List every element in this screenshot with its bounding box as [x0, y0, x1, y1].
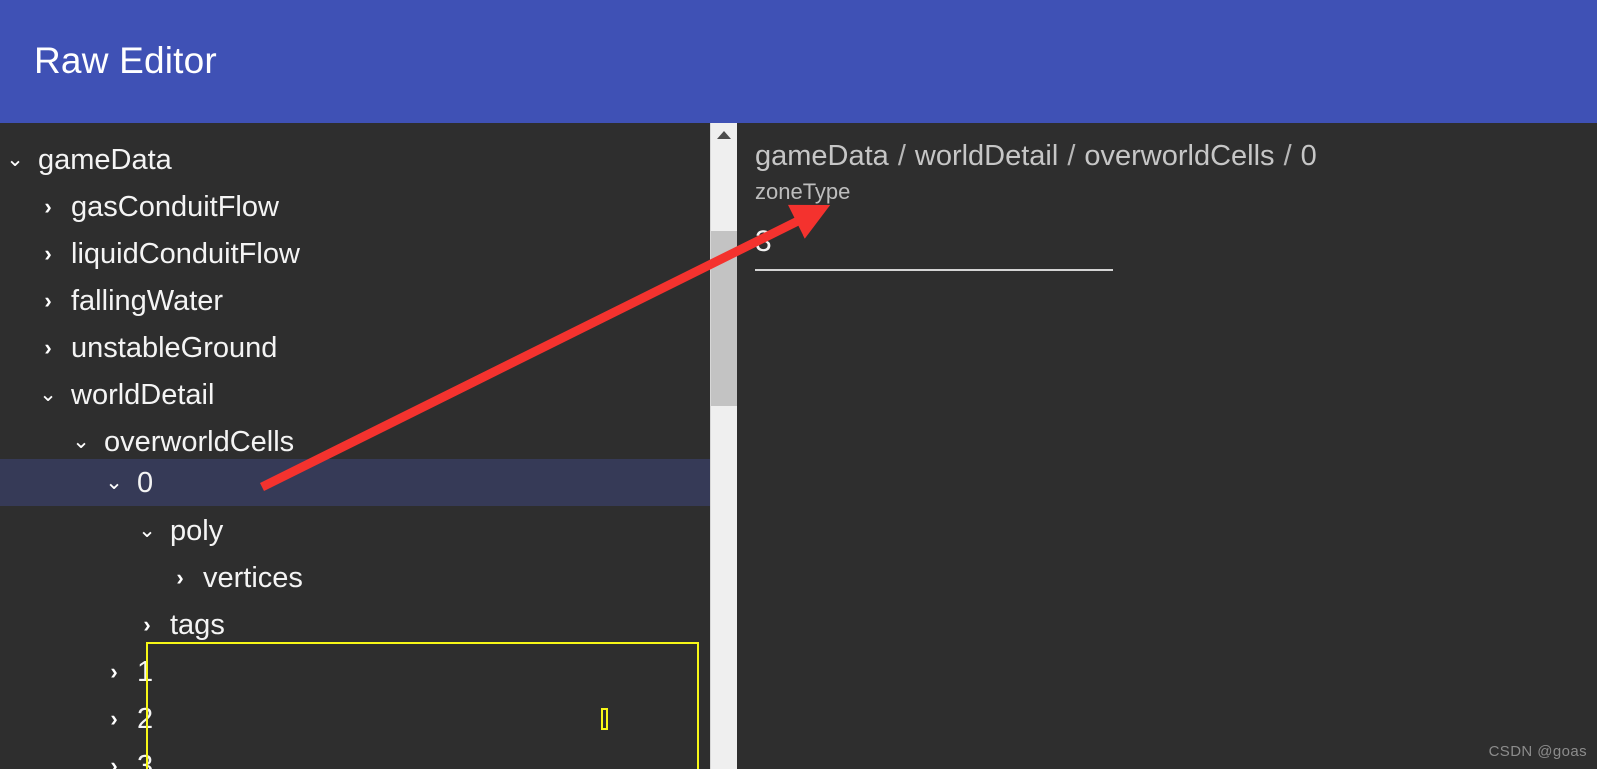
breadcrumb-item-worlddetail[interactable]: worldDetail: [915, 140, 1058, 172]
zonetype-input[interactable]: 3: [755, 223, 1113, 271]
chevron-right-icon[interactable]: ›: [99, 660, 129, 683]
tree-item-label: worldDetail: [71, 378, 215, 411]
breadcrumb-item-gamedata[interactable]: gameData: [755, 140, 889, 172]
tree-item-tags[interactable]: › tags: [0, 601, 710, 648]
chevron-down-icon[interactable]: ⌄: [0, 148, 30, 171]
breadcrumb-separator: /: [1283, 140, 1292, 172]
raw-editor-window: Raw Editor ⌄ gameData › gasConduitFlow › liqu…: [0, 0, 1597, 769]
tree-item-label: gameData: [38, 143, 172, 176]
editor-body: ⌄ gameData › gasConduitFlow › liquidConduitFl…: [0, 123, 1597, 769]
tree-item-label: overworldCells: [104, 425, 295, 458]
breadcrumb-item-0[interactable]: 0: [1301, 140, 1317, 172]
tree-item-overworldcells[interactable]: ⌄ overworldCells: [0, 418, 710, 465]
tree-item-gasconduitflow[interactable]: › gasConduitFlow: [0, 183, 710, 230]
tree-item-fallingwater[interactable]: › fallingWater: [0, 277, 710, 324]
tree-item-vertices[interactable]: › vertices: [0, 554, 710, 601]
chevron-right-icon[interactable]: ›: [99, 754, 129, 769]
page-title: Raw Editor: [34, 40, 217, 81]
chevron-right-icon[interactable]: ›: [33, 195, 63, 218]
chevron-right-icon[interactable]: ›: [33, 336, 63, 359]
breadcrumb-separator: /: [897, 140, 906, 172]
tree-item-label: gasConduitFlow: [71, 190, 279, 223]
tree-item-label: poly: [170, 514, 224, 547]
breadcrumb-separator: /: [1067, 140, 1076, 172]
tree-scrollbar[interactable]: [710, 123, 737, 769]
chevron-down-icon[interactable]: ⌄: [99, 471, 129, 494]
scroll-up-arrow-icon[interactable]: [711, 123, 737, 145]
app-header: Raw Editor: [0, 0, 1597, 123]
chevron-down-icon[interactable]: ⌄: [33, 383, 63, 406]
detail-panel: gameData / worldDetail / overworldCells/0 zo…: [738, 123, 1597, 769]
scrollbar-thumb[interactable]: [711, 231, 737, 406]
tree-item-label: vertices: [203, 561, 303, 594]
zonetype-input-value: 3: [755, 225, 772, 258]
tree-item-liquidconduitflow[interactable]: › liquidConduitFlow: [0, 230, 710, 277]
tree-item-label: tags: [170, 608, 225, 641]
tree-item-1[interactable]: › 1: [0, 648, 710, 695]
tree-item-poly[interactable]: ⌄ poly: [0, 507, 710, 554]
tree-item-label: fallingWater: [71, 284, 224, 317]
chevron-right-icon[interactable]: ›: [33, 289, 63, 312]
field-key-label: zoneType: [755, 179, 851, 204]
tree-item-label: unstableGround: [71, 331, 278, 364]
tree-item-label: 3: [137, 749, 154, 769]
chevron-down-icon[interactable]: ⌄: [66, 430, 96, 453]
tree-item-0[interactable]: ⌄ 0: [0, 459, 710, 506]
chevron-right-icon[interactable]: ›: [33, 242, 63, 265]
tree-item-label: 1: [137, 655, 154, 688]
chevron-right-icon[interactable]: ›: [99, 707, 129, 730]
tree-item-unstableground[interactable]: › unstableGround: [0, 324, 710, 371]
tree-item-label: liquidConduitFlow: [71, 237, 300, 270]
tree-item-worlddetail[interactable]: ⌄ worldDetail: [0, 371, 710, 418]
tree-item-label: 2: [137, 702, 154, 735]
watermark: CSDN @goas: [1488, 743, 1587, 760]
chevron-right-icon[interactable]: ›: [132, 613, 162, 636]
chevron-right-icon[interactable]: ›: [165, 566, 195, 589]
tree-item-3[interactable]: › 3: [0, 742, 710, 769]
breadcrumb[interactable]: gameData / worldDetail / overworldCells/0: [755, 138, 1317, 174]
json-tree-panel[interactable]: ⌄ gameData › gasConduitFlow › liquidConduitFl…: [0, 123, 710, 769]
breadcrumb-item-overworldcells[interactable]: overworldCells: [1084, 140, 1274, 172]
tree-item-gamedata[interactable]: ⌄ gameData: [0, 136, 710, 183]
tree-item-label: 0: [137, 466, 154, 499]
chevron-down-icon[interactable]: ⌄: [132, 519, 162, 542]
annotation-caret-marker: [601, 708, 608, 730]
